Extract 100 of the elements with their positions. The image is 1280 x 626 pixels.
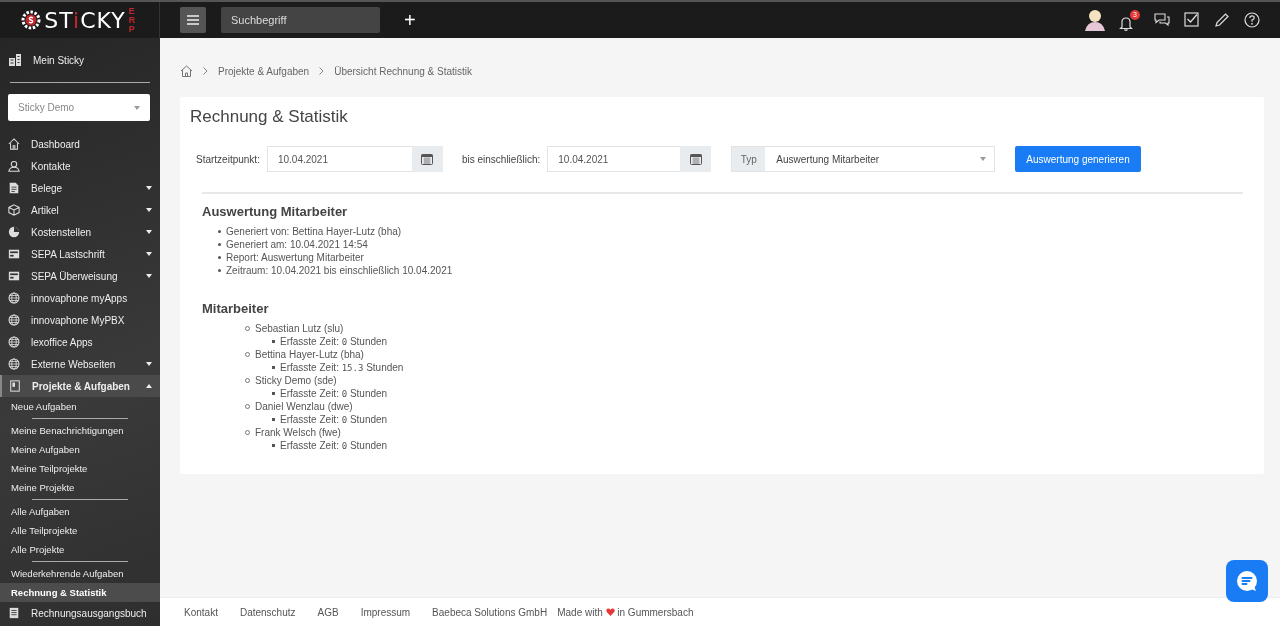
sidebar-item[interactable]: Rechnungsausgangsbuch [0, 602, 160, 624]
recorded-time: Erfasste Zeit: 0 Stunden [280, 388, 388, 399]
buildings-icon [8, 53, 22, 67]
bullet-icon [218, 243, 221, 246]
globe-icon [8, 314, 20, 326]
gear-logo-icon [21, 10, 42, 30]
employee-name: Sebastian Lutz (slu) [255, 323, 344, 334]
sidebar-subitem[interactable]: Meine Aufgaben [0, 440, 160, 459]
bullet-icon [272, 392, 275, 395]
sidebar-item[interactable]: Mein Sticky [0, 38, 160, 82]
help-icon [1244, 12, 1260, 28]
company-select[interactable]: Sticky Demo [8, 94, 150, 121]
sidebar-subitem[interactable]: Meine Projekte [0, 478, 160, 497]
bullet-icon [272, 340, 275, 343]
book-icon [9, 380, 21, 392]
menu-button[interactable] [180, 7, 206, 33]
sidebar-item[interactable]: innovaphone myApps [0, 287, 160, 309]
sidebar-subitem[interactable]: Alle Teilprojekte [0, 521, 160, 540]
report-detail: Zeitraum: 10.04.2021 bis einschließlich 10.04.2021 [226, 265, 453, 276]
globe-icon [8, 358, 20, 370]
breadcrumb-link[interactable]: Übersicht Rechnung & Statistik [334, 65, 473, 77]
footer-link[interactable]: Impressum [360, 606, 411, 618]
ledger-icon [8, 607, 20, 619]
type-select[interactable]: Typ Auswertung Mitarbeiter [731, 146, 996, 172]
edit-button[interactable] [1214, 12, 1230, 28]
sidebar-item[interactable]: Externe Webseiten [0, 353, 160, 375]
sidebar-item[interactable]: Kostenstellen [0, 221, 160, 243]
people-icon [8, 160, 20, 172]
date-field[interactable]: 10.04.2021 [547, 146, 681, 172]
footer-link[interactable]: Datenschutz [239, 606, 296, 618]
calendar-button[interactable] [680, 146, 712, 172]
pencil-icon [1214, 12, 1230, 28]
avatar-icon[interactable] [1085, 9, 1105, 31]
sidebar-subitem[interactable]: Rechnung & Statistik [0, 583, 160, 602]
bullet-icon [218, 269, 221, 272]
sidebar-subitem[interactable]: Neue Aufgaben [0, 397, 160, 416]
sidebar-item[interactable]: Belege [0, 177, 160, 199]
home-icon[interactable] [180, 65, 193, 77]
report-detail: Generiert am: 10.04.2021 14:54 [226, 239, 368, 250]
card-icon [8, 248, 20, 260]
help-button[interactable] [1244, 12, 1260, 28]
bullet-icon [272, 418, 275, 421]
sidebar-subitem[interactable]: Meine Benachrichtigungen [0, 421, 160, 440]
card-icon [8, 270, 20, 282]
sidebar-item[interactable]: innovaphone MyPBX [0, 309, 160, 331]
recorded-time: Erfasste Zeit: 15.3 Stunden [280, 362, 404, 373]
bullet-icon [218, 230, 221, 233]
sidebar-subitem[interactable]: Wiederkehrende Aufgaben [0, 564, 160, 583]
employee-name: Bettina Hayer-Lutz (bha) [255, 349, 364, 360]
employee-name: Daniel Wenzlau (dwe) [255, 401, 353, 412]
calendar-icon [689, 153, 702, 165]
sidebar-item[interactable]: SEPA Überweisung [0, 265, 160, 287]
generate-button[interactable]: Auswertung generieren [1015, 146, 1141, 172]
chat-bubble-icon [1235, 569, 1259, 593]
report-detail: Report: Auswertung Mitarbeiter [226, 252, 364, 263]
sidebar-item[interactable]: Artikel [0, 199, 160, 221]
globe-icon [8, 336, 20, 348]
search-field[interactable]: Suchbegriff [221, 7, 380, 33]
recorded-time: Erfasste Zeit: 0 Stunden [280, 414, 388, 425]
globe-icon [8, 292, 20, 304]
recorded-time: Erfasste Zeit: 0 Stunden [280, 440, 388, 451]
chat-button[interactable] [1154, 12, 1170, 28]
breadcrumb-link[interactable]: Projekte & Aufgaben [218, 65, 310, 77]
section-heading: Mitarbeiter [202, 301, 270, 316]
field-label: bis einschließlich: [461, 153, 541, 165]
add-button[interactable]: + [404, 10, 416, 30]
section-heading: Auswertung Mitarbeiter [202, 204, 349, 219]
bullet-icon [218, 256, 221, 259]
chat-widget-button[interactable] [1226, 560, 1268, 602]
sidebar-item[interactable]: Dashboard [0, 133, 160, 155]
chat-icon [1154, 12, 1170, 28]
checkbox-icon [1184, 12, 1200, 28]
logo-wordmark: STiCKY [44, 7, 126, 33]
sidebar-item[interactable]: SEPA Lastschrift [0, 243, 160, 265]
sidebar-subitem[interactable]: Meine Teilprojekte [0, 459, 160, 478]
footer-link[interactable]: Kontakt [184, 606, 218, 618]
sidebar-subitem[interactable]: Alle Aufgaben [0, 502, 160, 521]
sidebar-item[interactable]: Kontakte [0, 155, 160, 177]
sidebar-item[interactable]: Projekte & Aufgaben [0, 375, 160, 397]
bullet-icon [272, 366, 275, 369]
caret-icon [134, 105, 140, 110]
calendar-button[interactable] [411, 146, 443, 172]
calendar-icon [421, 153, 434, 165]
home-icon [8, 138, 20, 150]
tasks-button[interactable] [1184, 12, 1200, 28]
sidebar-item[interactable]: lexoffice Apps [0, 331, 160, 353]
sidebar-subitem[interactable]: Alle Projekte [0, 540, 160, 559]
heart-icon [605, 607, 615, 616]
footer-link[interactable]: AGB [317, 606, 339, 618]
page-title: Rechnung & Statistik [190, 107, 349, 127]
date-field[interactable]: 10.04.2021 [266, 146, 412, 172]
recorded-time: Erfasste Zeit: 0 Stunden [280, 336, 388, 347]
select-value: Auswertung Mitarbeiter [776, 153, 880, 165]
chevron-right-icon [319, 67, 325, 75]
bullet-icon [272, 444, 275, 447]
footer-link[interactable]: Baebeca Solutions GmbH [432, 606, 548, 618]
report-detail: Generiert von: Bettina Hayer-Lutz (bha) [226, 226, 402, 237]
document-icon [8, 182, 20, 194]
chevron-right-icon [203, 67, 208, 75]
bell-icon [1119, 15, 1133, 31]
